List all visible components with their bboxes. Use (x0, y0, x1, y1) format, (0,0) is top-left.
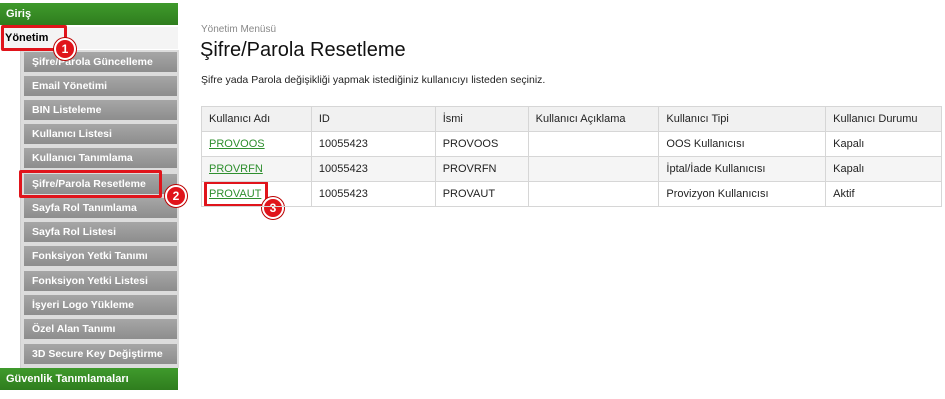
menu-item-ozel-alan[interactable]: Özel Alan Tanımı (24, 319, 177, 339)
cell-username: PROVOOS (201, 131, 312, 157)
col-header-type[interactable]: Kullanıcı Tipi (658, 106, 827, 132)
menu-item-sayfa-rol-tanimlama[interactable]: Sayfa Rol Tanımlama (24, 198, 177, 218)
cell-desc (527, 181, 660, 207)
nav-guvenlik-tanimlamalari[interactable]: Güvenlik Tanımlamaları (0, 368, 178, 390)
menu-item-email-yonetimi[interactable]: Email Yönetimi (24, 76, 177, 96)
col-header-desc[interactable]: Kullanıcı Açıklama (527, 106, 660, 132)
cell-type: İptal/İade Kullanıcısı (658, 156, 827, 182)
col-header-username[interactable]: Kullanıcı Adı (201, 106, 312, 132)
col-header-id[interactable]: ID (310, 106, 436, 132)
cell-status: Kapalı (825, 156, 942, 182)
table-row: PROVOOS 10055423 PROVOOS OOS Kullanıcısı… (201, 131, 942, 157)
username-link[interactable]: PROVRFN (209, 163, 263, 175)
menu-item-sifre-guncelleme[interactable]: Şifre/Parola Güncelleme (24, 52, 177, 72)
cell-name: PROVRFN (434, 156, 529, 182)
menu-item-fonksiyon-yetki-tanimi[interactable]: Fonksiyon Yetki Tanımı (24, 246, 177, 266)
cell-desc (527, 156, 660, 182)
menu-item-kullanici-tanimlama[interactable]: Kullanıcı Tanımlama (24, 148, 177, 168)
step-marker-1: 1 (54, 38, 76, 60)
cell-id: 10055423 (310, 131, 436, 157)
cell-status: Aktif (825, 181, 942, 207)
user-table: Kullanıcı Adı ID İsmi Kullanıcı Açıklama… (201, 106, 942, 207)
cell-desc (527, 131, 660, 157)
table-row: PROVRFN 10055423 PROVRFN İptal/İade Kull… (201, 156, 942, 182)
nav-giris[interactable]: Giriş (0, 3, 178, 25)
cell-username: PROVAUT (201, 181, 312, 207)
highlight-box-sifre-resetleme (19, 170, 162, 198)
username-link[interactable]: PROVOOS (209, 138, 265, 150)
menu-item-bin-listeleme[interactable]: BIN Listeleme (24, 100, 177, 120)
table-header-row: Kullanıcı Adı ID İsmi Kullanıcı Açıklama… (201, 106, 942, 132)
table-row: PROVAUT 10055423 PROVAUT Provizyon Kulla… (201, 181, 942, 207)
menu-item-3d-secure[interactable]: 3D Secure Key Değiştirme (24, 344, 177, 364)
col-header-name[interactable]: İsmi (434, 106, 529, 132)
sidebar: Giriş Yönetim Şifre/Parola Güncelleme Em… (0, 0, 180, 399)
cell-type: Provizyon Kullanıcısı (658, 181, 827, 207)
cell-type: OOS Kullanıcısı (658, 131, 827, 157)
cell-id: 10055423 (310, 181, 436, 207)
breadcrumb: Yönetim Menüsü (201, 24, 277, 35)
cell-name: PROVAUT (434, 181, 529, 207)
cell-username: PROVRFN (201, 156, 312, 182)
yonetim-submenu: Şifre/Parola Güncelleme Email Yönetimi B… (20, 50, 179, 368)
menu-item-fonksiyon-yetki-listesi[interactable]: Fonksiyon Yetki Listesi (24, 271, 177, 291)
menu-item-sayfa-rol-listesi[interactable]: Sayfa Rol Listesi (24, 222, 177, 242)
cell-status: Kapalı (825, 131, 942, 157)
menu-item-isyeri-logo[interactable]: İşyeri Logo Yükleme (24, 295, 177, 315)
menu-item-kullanici-listesi[interactable]: Kullanıcı Listesi (24, 124, 177, 144)
step-marker-2: 2 (165, 185, 187, 207)
username-link[interactable]: PROVAUT (209, 188, 261, 200)
instruction-text: Şifre yada Parola değişikliği yapmak ist… (201, 74, 546, 86)
cell-id: 10055423 (310, 156, 436, 182)
col-header-status[interactable]: Kullanıcı Durumu (825, 106, 942, 132)
cell-name: PROVOOS (434, 131, 529, 157)
page-title: Şifre/Parola Resetleme (200, 39, 406, 61)
